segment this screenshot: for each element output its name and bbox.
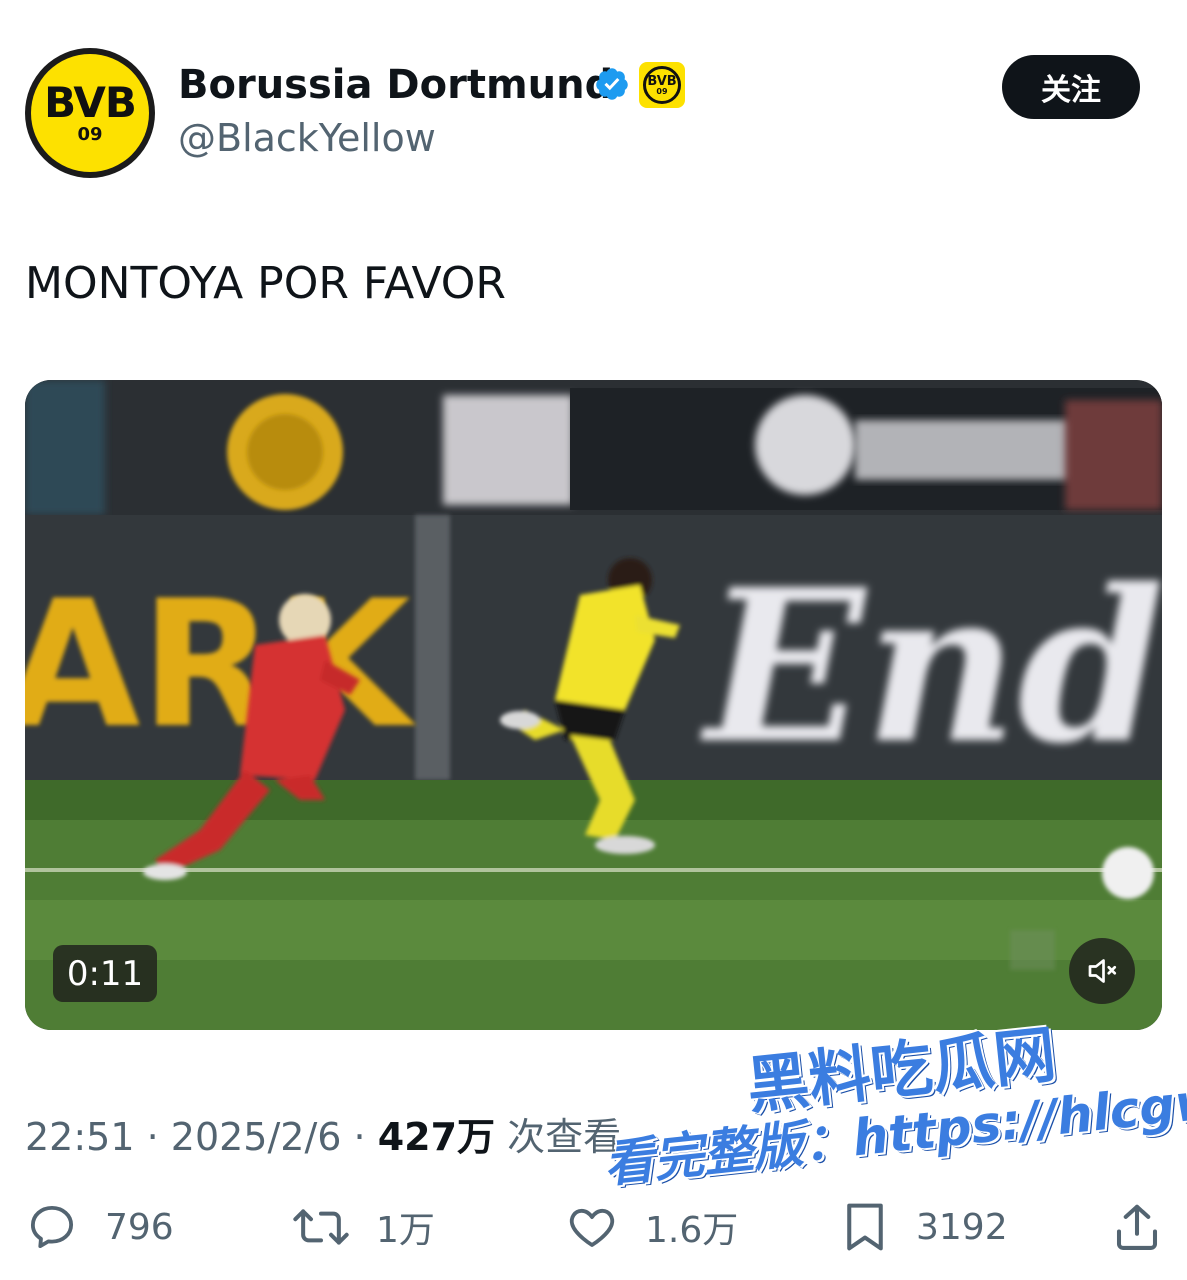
affiliate-badge-text: BVB — [647, 73, 677, 89]
tweet-meta: 22:51 · 2025/2/6 · 427万 次查看 — [25, 1106, 621, 1161]
retweet-icon — [293, 1209, 349, 1245]
bookmark-count: 3192 — [916, 1206, 1008, 1248]
avatar-logo-text: BVB — [44, 78, 137, 127]
share-button[interactable] — [1112, 1200, 1187, 1254]
affiliate-badge-year: 09 — [656, 86, 668, 96]
like-count: 1.6万 — [645, 1210, 739, 1251]
video-duration: 0:11 — [53, 945, 157, 1002]
display-name[interactable]: Borussia Dortmund — [178, 62, 613, 108]
tweet-time[interactable]: 22:51 — [25, 1115, 135, 1159]
football — [1102, 847, 1154, 899]
tweet-text: MONTOYA POR FAVOR — [25, 258, 506, 309]
ad-board-left: ARK — [25, 564, 416, 767]
video-player[interactable]: ARK End — [25, 380, 1162, 1030]
avatar-logo-year: 09 — [77, 124, 103, 145]
avatar[interactable]: BVB 09 — [25, 48, 155, 178]
ad-board-right: End — [700, 543, 1162, 790]
reply-count: 796 — [105, 1206, 174, 1248]
meta-separator: · — [341, 1115, 378, 1159]
view-count: 427万 — [377, 1115, 496, 1159]
share-icon — [1116, 1204, 1158, 1250]
heart-icon — [569, 1208, 615, 1247]
user-handle[interactable]: @BlackYellow — [178, 116, 436, 160]
mute-button[interactable] — [1069, 938, 1135, 1004]
bookmark-button[interactable]: 3192 — [840, 1200, 1008, 1254]
follow-button[interactable]: 关注 — [1002, 55, 1140, 119]
reply-button[interactable]: 796 — [25, 1200, 174, 1254]
like-button[interactable]: 1.6万 — [565, 1200, 738, 1254]
reply-icon — [30, 1205, 74, 1249]
bookmark-icon — [847, 1203, 883, 1251]
video-frame: ARK End — [25, 380, 1162, 1030]
verified-badge-icon[interactable] — [594, 66, 630, 102]
speaker-muted-icon — [1088, 959, 1117, 983]
affiliate-badge-icon[interactable]: BVB 09 — [639, 62, 685, 108]
tweet-date[interactable]: 2025/2/6 — [171, 1115, 342, 1159]
meta-separator: · — [134, 1115, 171, 1159]
retweet-button[interactable]: 1万 — [292, 1200, 435, 1254]
retweet-count: 1万 — [376, 1210, 435, 1251]
